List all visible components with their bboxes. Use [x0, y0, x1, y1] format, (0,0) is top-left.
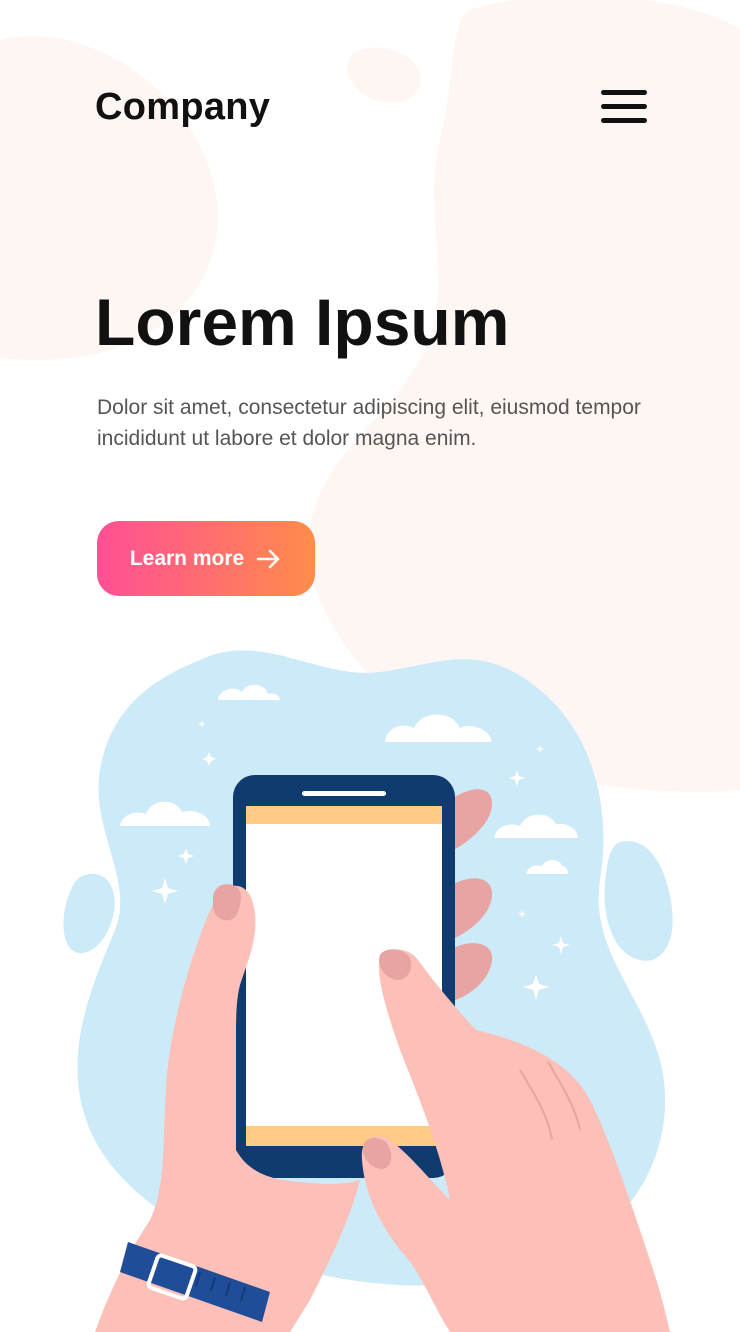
learn-more-button[interactable]: Learn more — [97, 521, 315, 596]
hands-holding-smartphone-illustration — [63, 650, 673, 1332]
small-blob-right — [604, 841, 673, 961]
hero-title: Lorem Ipsum — [95, 285, 510, 359]
brand-logo[interactable]: Company — [95, 86, 270, 129]
menu-bar-middle — [601, 103, 647, 109]
menu-bar-top — [601, 89, 647, 95]
menu-bar-bottom — [601, 117, 647, 123]
small-blob-left — [63, 873, 115, 954]
hero-description: Dolor sit amet, consectetur adipiscing e… — [97, 396, 641, 450]
hamburger-menu-icon[interactable] — [596, 84, 652, 128]
site-header: Company — [0, 0, 740, 200]
learn-more-label: Learn more — [129, 546, 245, 570]
arrow-right-icon — [256, 549, 280, 568]
